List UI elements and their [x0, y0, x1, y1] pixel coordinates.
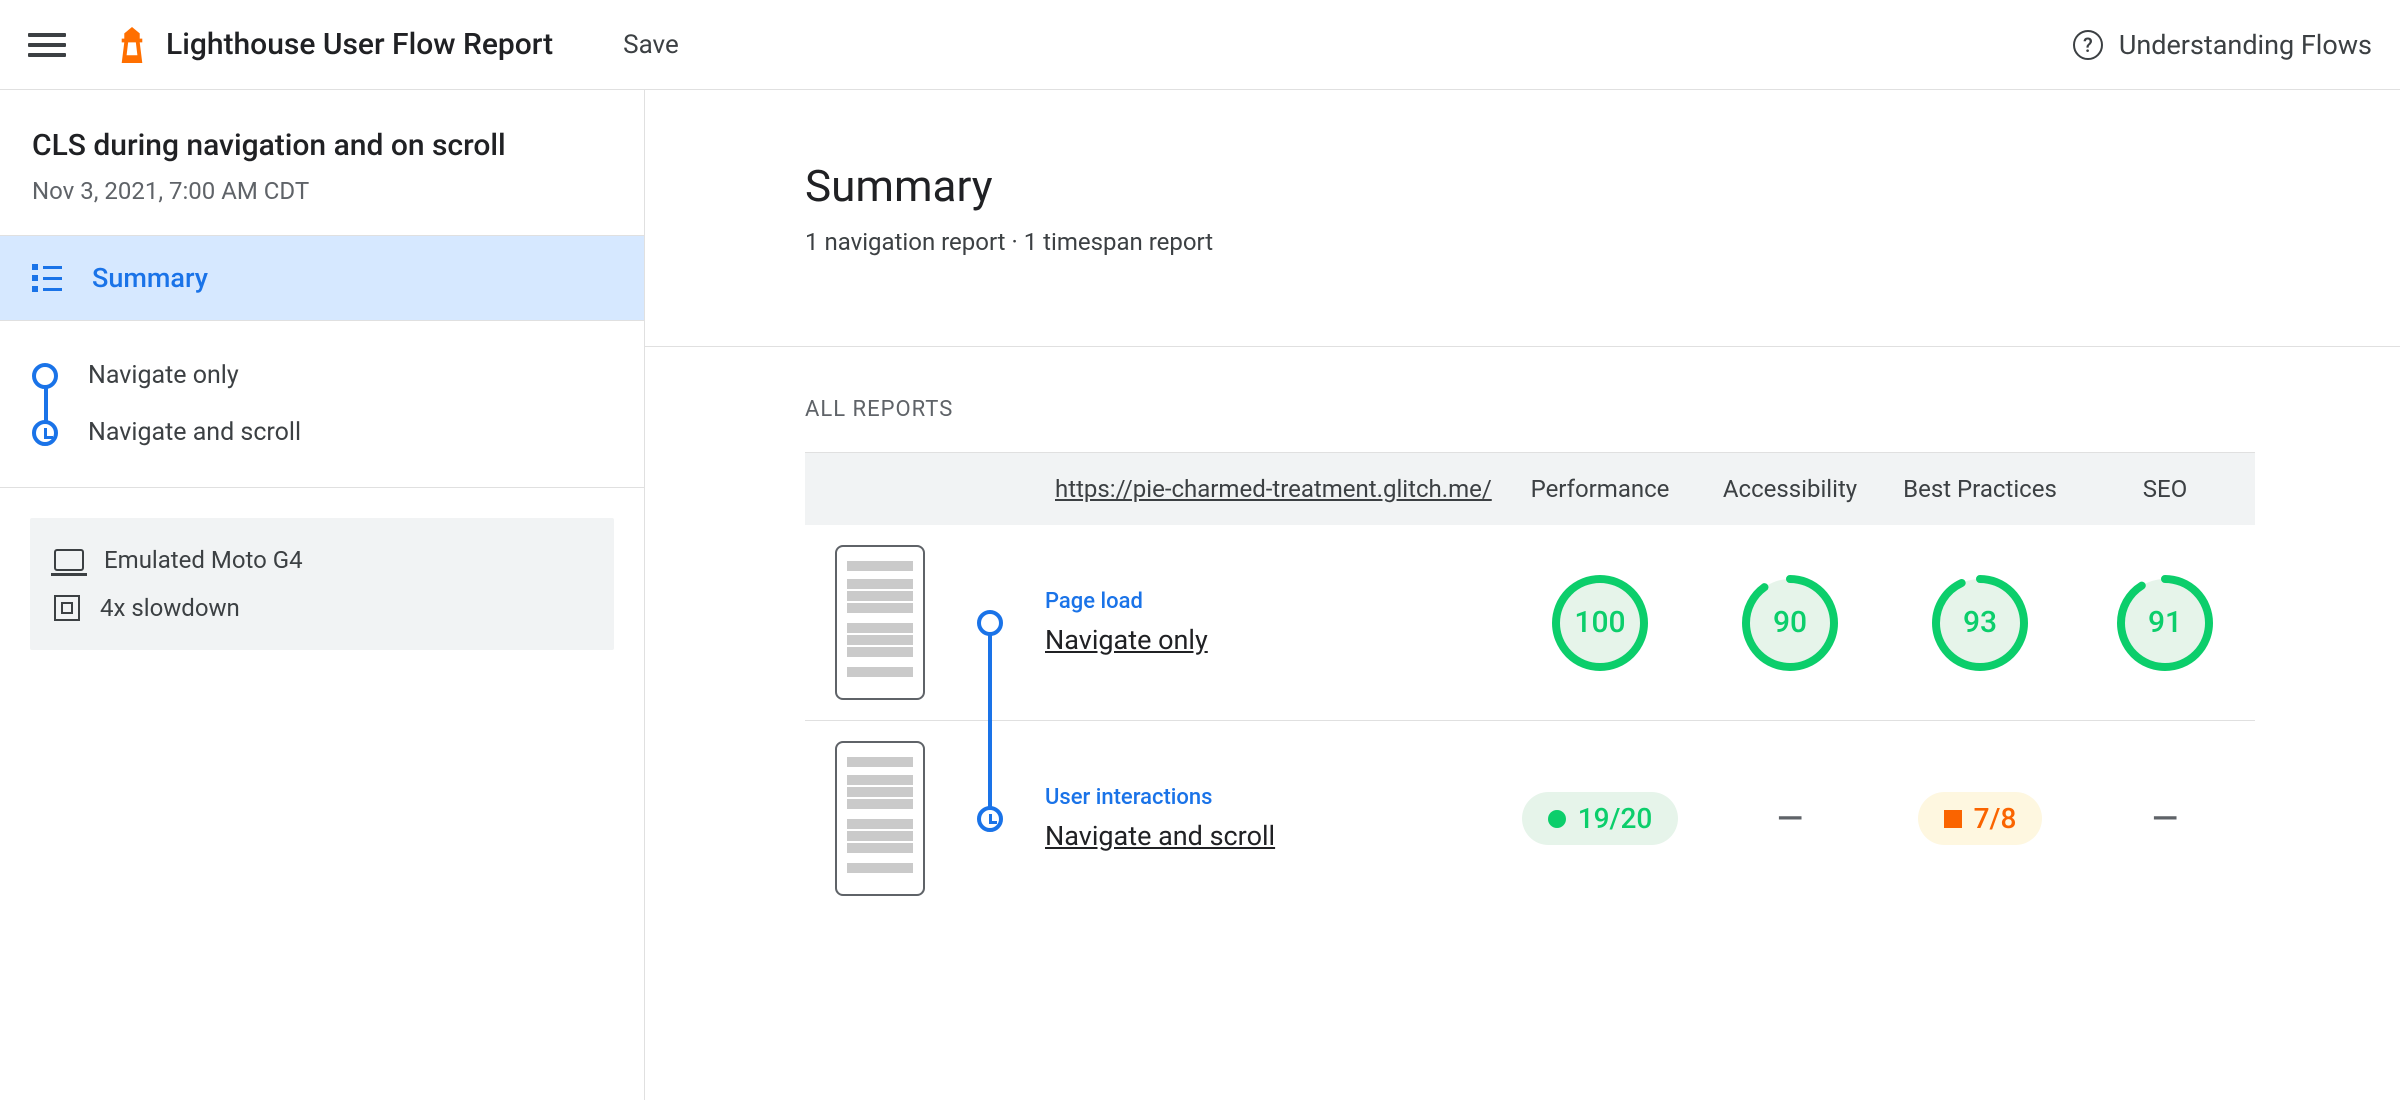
- all-reports-heading: All Reports: [805, 397, 2300, 422]
- help-label: Understanding Flows: [2119, 29, 2372, 61]
- pass-dot-icon: [1548, 810, 1566, 828]
- hamburger-menu-icon[interactable]: [28, 26, 66, 64]
- gauge-best-practices[interactable]: 93: [1930, 573, 2030, 673]
- sidebar-step-label: Navigate only: [88, 361, 239, 390]
- not-applicable: —: [2152, 799, 2178, 839]
- report-url-cell: https://pie-charmed-treatment.glitch.me/: [1025, 453, 1505, 525]
- sidebar-step-navigate-only[interactable]: Navigate only: [32, 347, 644, 404]
- fraction-chip-performance[interactable]: 19/20: [1522, 792, 1679, 845]
- sidebar-environment: Emulated Moto G4 4x slowdown: [30, 518, 614, 650]
- col-accessibility: Accessibility: [1695, 453, 1885, 525]
- timespan-step-icon: [32, 420, 58, 446]
- step-name-link[interactable]: Navigate only: [1045, 624, 1495, 656]
- topbar: Lighthouse User Flow Report Save ? Under…: [0, 0, 2400, 90]
- col-seo: SEO: [2075, 453, 2255, 525]
- report-row-navigate-and-scroll: User interactions Navigate and scroll 19…: [805, 721, 2255, 917]
- gauge-performance[interactable]: 100: [1550, 573, 1650, 673]
- app-title: Lighthouse User Flow Report: [166, 27, 553, 62]
- env-device-label: Emulated Moto G4: [104, 546, 303, 574]
- main-content: Summary 1 navigation report · 1 timespan…: [645, 90, 2400, 1100]
- sidebar-step-navigate-and-scroll[interactable]: Navigate and scroll: [32, 404, 644, 461]
- page-title: Summary: [805, 160, 2300, 212]
- step-name-link[interactable]: Navigate and scroll: [1045, 820, 1495, 852]
- summary-list-icon: [32, 264, 62, 292]
- not-applicable: —: [1777, 799, 1803, 839]
- device-icon: [54, 549, 84, 571]
- step-type-label: User interactions: [1045, 785, 1495, 810]
- report-url-link[interactable]: https://pie-charmed-treatment.glitch.me/: [1055, 475, 1492, 503]
- divider: [645, 346, 2400, 347]
- navigation-step-icon: [977, 610, 1003, 636]
- env-cpu-label: 4x slowdown: [100, 594, 240, 622]
- cpu-icon: [54, 595, 80, 621]
- sidebar-summary-label: Summary: [92, 262, 208, 294]
- sidebar-header: CLS during navigation and on scroll Nov …: [0, 90, 644, 236]
- step-type-label: Page load: [1045, 589, 1495, 614]
- screenshot-thumbnail[interactable]: [835, 741, 925, 896]
- timeline-connector: [988, 626, 992, 819]
- help-link[interactable]: ? Understanding Flows: [2073, 29, 2372, 61]
- reports-table: https://pie-charmed-treatment.glitch.me/…: [805, 452, 2255, 916]
- sidebar-item-summary[interactable]: Summary: [0, 236, 644, 321]
- col-best-practices: Best Practices: [1885, 453, 2075, 525]
- gauge-seo[interactable]: 91: [2115, 573, 2215, 673]
- navigation-step-icon: [32, 363, 58, 389]
- flow-name: CLS during navigation and on scroll: [32, 128, 612, 163]
- average-square-icon: [1944, 810, 1962, 828]
- screenshot-thumbnail[interactable]: [835, 545, 925, 700]
- help-icon: ?: [2073, 30, 2103, 60]
- gauge-accessibility[interactable]: 90: [1740, 573, 1840, 673]
- summary-subtitle: 1 navigation report · 1 timespan report: [805, 228, 2300, 256]
- table-header-row: https://pie-charmed-treatment.glitch.me/…: [805, 453, 2255, 525]
- flow-date: Nov 3, 2021, 7:00 AM CDT: [32, 177, 612, 205]
- env-cpu: 4x slowdown: [54, 584, 590, 632]
- sidebar: CLS during navigation and on scroll Nov …: [0, 90, 645, 1100]
- fraction-value: 19/20: [1578, 802, 1653, 835]
- sidebar-steps: Navigate only Navigate and scroll: [0, 321, 644, 488]
- sidebar-step-label: Navigate and scroll: [88, 418, 301, 447]
- save-button[interactable]: Save: [623, 30, 679, 60]
- fraction-chip-best-practices[interactable]: 7/8: [1918, 792, 2043, 845]
- env-device: Emulated Moto G4: [54, 536, 590, 584]
- lighthouse-logo-icon: [116, 27, 148, 63]
- timespan-step-icon: [977, 806, 1003, 832]
- col-performance: Performance: [1505, 453, 1695, 525]
- report-row-navigate-only: Page load Navigate only 100 90 93 91: [805, 525, 2255, 721]
- fraction-value: 7/8: [1974, 802, 2017, 835]
